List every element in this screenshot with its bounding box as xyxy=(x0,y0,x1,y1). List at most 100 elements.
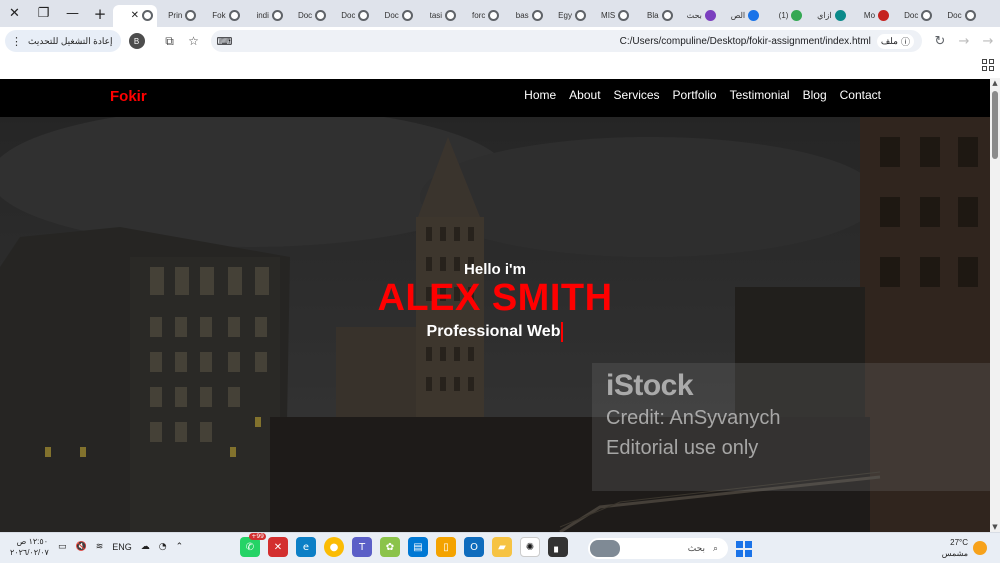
tab-favicon-icon xyxy=(185,10,197,21)
bookmark-star-icon[interactable]: ☆ xyxy=(183,30,205,52)
address-url[interactable]: C:/Users/compuline/Desktop/fokir-assignm… xyxy=(620,36,871,47)
address-bar[interactable]: ⌨ C:/Users/compuline/Desktop/fokir-assig… xyxy=(210,30,922,52)
browser-tab[interactable]: الص xyxy=(720,5,763,27)
terminal-icon[interactable]: ▖ xyxy=(548,537,568,557)
file-explorer-icon[interactable]: ▰ xyxy=(492,537,512,557)
hero-role-text: Professional Web xyxy=(426,323,561,340)
browser-tab[interactable]: بحث xyxy=(677,5,720,27)
nav-portfolio[interactable]: Portfolio xyxy=(673,88,717,102)
wifi-icon[interactable]: ≋ xyxy=(96,542,104,552)
nav-home[interactable]: Home xyxy=(524,88,556,102)
apps-grid-icon[interactable] xyxy=(982,59,994,71)
browser-tab[interactable]: ✕ xyxy=(113,4,157,27)
tab-favicon-icon xyxy=(142,10,153,21)
browser-toolbar: ⋮ إعادة التشغيل للتحديث B ⧉ ☆ ⌨ C:/Users… xyxy=(0,27,1000,55)
extensions-icon[interactable]: ⧉ xyxy=(159,30,181,52)
tab-title: Egy xyxy=(558,11,572,20)
watermark-brand: iStock xyxy=(606,369,694,402)
scroll-thumb[interactable] xyxy=(992,91,998,159)
new-tab-button[interactable]: + xyxy=(87,0,113,27)
meet-now-icon[interactable]: ◔ xyxy=(159,542,167,552)
volume-muted-icon[interactable]: 🔇 xyxy=(76,542,87,552)
tab-title: tasi xyxy=(429,11,443,20)
taskbar-search-placeholder: بحث xyxy=(687,543,705,553)
cloud-sync-icon[interactable]: ☁ xyxy=(141,542,150,552)
browser-tab[interactable]: Doc xyxy=(373,5,416,27)
teams-icon[interactable]: T xyxy=(352,537,372,557)
tab-title: Doc xyxy=(947,11,962,20)
browser-tab[interactable]: bas xyxy=(503,5,546,27)
profile-avatar[interactable]: B xyxy=(128,33,145,49)
nav-about[interactable]: About xyxy=(569,88,600,102)
sun-weather-icon[interactable] xyxy=(973,541,987,555)
browser-tab[interactable]: Doc xyxy=(287,5,330,27)
hero-section: iStock Credit: AnSyvanych Editorial use … xyxy=(0,117,990,532)
tab-favicon-icon xyxy=(228,10,240,21)
restore-window-button[interactable]: ❐ xyxy=(29,0,58,27)
edge-browser-icon[interactable]: e xyxy=(296,537,316,557)
scroll-up-arrow-icon[interactable]: ▲ xyxy=(990,78,1000,88)
language-indicator[interactable]: ENG xyxy=(112,542,132,552)
close-window-button[interactable]: ✕ xyxy=(0,0,29,27)
chrome-browser-icon[interactable]: ● xyxy=(324,537,344,557)
back-arrow-icon[interactable]: → xyxy=(976,30,1000,52)
page-scrollbar[interactable]: ▲ ▼ xyxy=(990,78,1000,532)
tab-favicon-icon xyxy=(315,10,327,21)
tab-title: Bla xyxy=(647,11,659,20)
nav-blog[interactable]: Blog xyxy=(803,88,827,102)
site-logo[interactable]: Fokir xyxy=(110,88,147,105)
tab-title: بحث xyxy=(686,11,702,20)
sticker-app-icon[interactable]: ✿ xyxy=(380,537,400,557)
tab-favicon-icon xyxy=(661,10,673,21)
browser-tab[interactable]: Doc xyxy=(330,5,373,27)
browser-tab[interactable]: tasi xyxy=(417,5,460,27)
tab-strip: ✕ ❐ — + ✕ Prin Fok indi Doc Doc Doc tasi forc bas… xyxy=(0,0,1000,27)
tab-favicon-icon xyxy=(878,10,890,21)
site-navbar: Fokir Home About Services Portfolio Test… xyxy=(0,79,990,117)
whatsapp-icon[interactable]: ✆ +99 xyxy=(240,533,266,557)
store-icon[interactable]: ▤ xyxy=(408,537,428,557)
search-icon: ⌕ xyxy=(712,543,718,554)
browser-tab[interactable]: Fok xyxy=(200,5,243,27)
translate-icon[interactable]: ⌨ xyxy=(217,35,233,48)
browser-tab[interactable]: Doc xyxy=(893,5,936,27)
watermark-note: Editorial use only xyxy=(606,437,759,459)
watermark-credit: Credit: AnSyvanych xyxy=(606,407,781,429)
browser-tab[interactable]: forc xyxy=(460,5,503,27)
tab-title: Prin xyxy=(168,11,183,20)
browser-tab[interactable]: MIS xyxy=(590,5,633,27)
browser-tab[interactable]: Bla xyxy=(633,5,676,27)
forward-arrow-icon[interactable]: → xyxy=(952,30,976,52)
tab-favicon-icon xyxy=(401,10,413,21)
browser-tab[interactable]: Prin xyxy=(157,5,200,27)
minimize-window-button[interactable]: — xyxy=(58,0,87,27)
nav-contact[interactable]: Contact xyxy=(840,88,881,102)
taskbar-search[interactable]: بحث ⌕ xyxy=(588,538,728,559)
start-menu-icon[interactable] xyxy=(736,541,752,557)
browser-tab[interactable]: ازاي xyxy=(806,5,849,27)
close-tab-icon[interactable]: ✕ xyxy=(131,10,139,21)
nav-testimonial[interactable]: Testimonial xyxy=(730,88,790,102)
site-info-chip[interactable]: ملف ⓘ xyxy=(876,33,914,49)
more-menu-icon[interactable]: ⋮ xyxy=(11,35,22,48)
scroll-down-arrow-icon[interactable]: ▼ xyxy=(990,522,1000,532)
nav-services[interactable]: Services xyxy=(614,88,660,102)
show-hidden-icons-icon[interactable]: ⌃ xyxy=(176,542,184,552)
reload-icon[interactable]: ↻ xyxy=(928,30,952,52)
outlook-icon[interactable]: O xyxy=(464,537,484,557)
tab-title: Doc xyxy=(297,11,313,20)
chatgpt-icon[interactable]: ✺ xyxy=(520,537,540,557)
pdf-app-icon[interactable]: ✕ xyxy=(268,537,288,557)
windows-taskbar: ١٢:٥٠ ص ٢٠٢٦/٠٢/٠٧ ▭ 🔇 ≋ ENG ☁ ◔ ⌃ ✆ +99 … xyxy=(0,532,1000,563)
browser-tab[interactable]: Doc xyxy=(936,5,979,27)
weather-widget[interactable]: 27°C مشمس xyxy=(928,537,968,559)
taskbar-clock[interactable]: ١٢:٥٠ ص ٢٠٢٦/٠٢/٠٧ xyxy=(10,536,49,558)
notes-icon[interactable]: ▯ xyxy=(436,537,456,557)
browser-tab[interactable]: Mo xyxy=(850,5,893,27)
browser-tab[interactable]: Egy xyxy=(547,5,590,27)
update-restart-button[interactable]: ⋮ إعادة التشغيل للتحديث xyxy=(5,30,121,52)
battery-icon[interactable]: ▭ xyxy=(58,542,67,552)
browser-tab[interactable]: indi xyxy=(244,5,287,27)
weather-temperature: 27°C xyxy=(950,538,968,547)
browser-tab[interactable]: (1) xyxy=(763,5,806,27)
